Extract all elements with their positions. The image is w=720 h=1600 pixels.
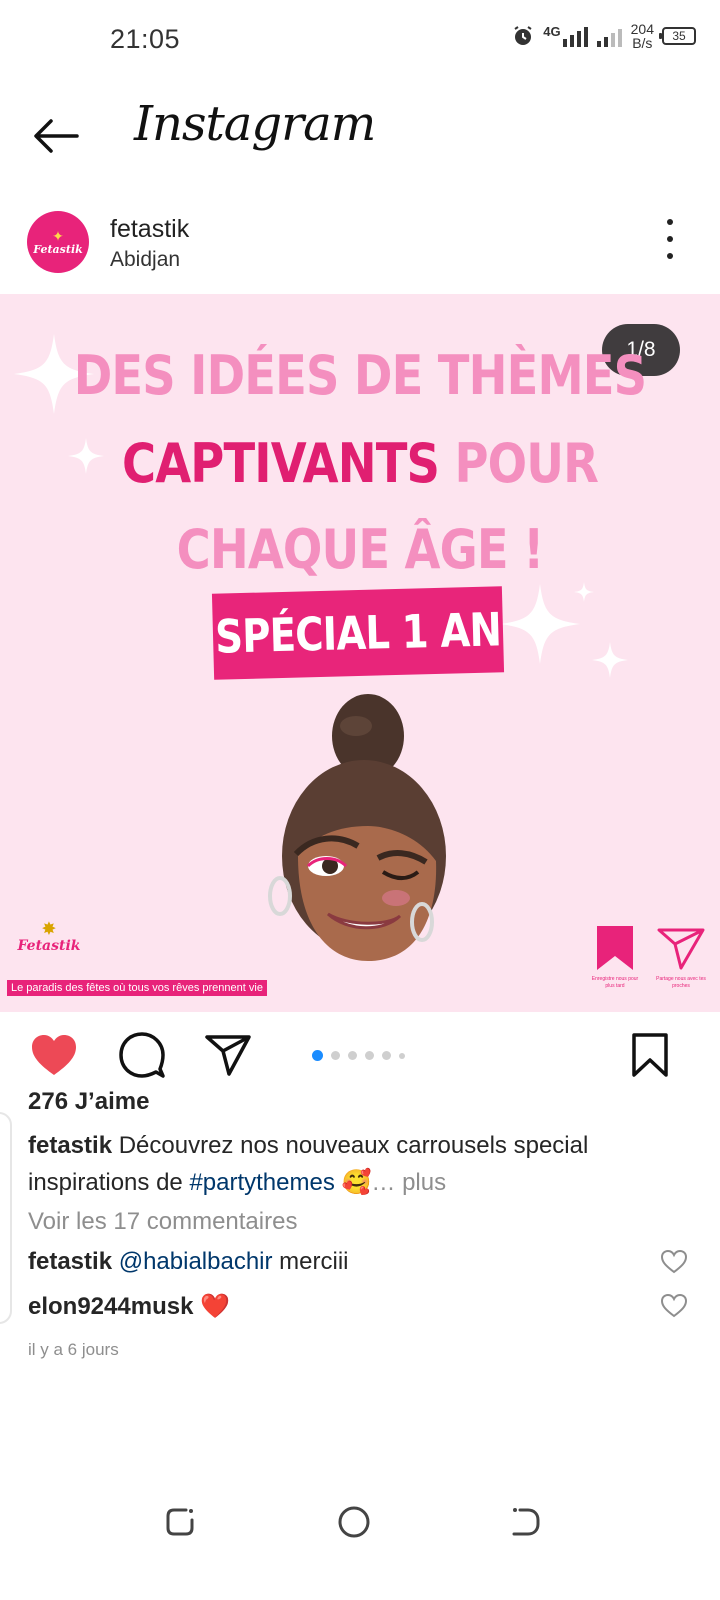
more-dot-icon [667,236,673,242]
back-nav-icon [512,1508,540,1536]
caption-emoji: 🥰 [341,1169,372,1196]
post-actions [0,1015,720,1095]
caption-hashtag[interactable]: #partythemes [189,1169,334,1196]
headline-soft-word: POUR [439,432,598,495]
status-time: 21:05 [110,24,181,54]
more-dot-icon [667,253,673,259]
view-comments-link[interactable]: Voir les 17 commentaires [28,1208,297,1236]
network-type: 4G [543,23,561,39]
headline-bold-word: CAPTIVANTS [121,432,440,495]
comment-item: fetastik @habialbachir merciii [28,1248,688,1276]
caption-username[interactable]: fetastik [28,1132,112,1159]
signal-icon [562,27,588,47]
recent-apps-button[interactable] [158,1500,202,1544]
fireworks-icon: ✸ [42,919,56,938]
home-button[interactable] [332,1500,376,1544]
headline-line-1: DES IDÉES DE THÈMES [73,344,647,407]
top-bar: Instagram [0,90,720,180]
avatar-logo-text: Fetastik [33,242,83,256]
comment-item: elon9244musk ❤️ [28,1292,688,1321]
post-image[interactable]: 1/8 DES IDÉES DE THÈMES CAPTIVANTS POUR … [0,294,720,1012]
instagram-logo: Instagram [134,96,376,152]
carousel-dot [365,1051,374,1060]
bookmark-icon [597,926,633,970]
sparkle-decoration-icon [592,642,628,678]
post-timestamp: il y a 6 jours [28,1340,119,1359]
carousel-dot [312,1050,323,1061]
image-save-hint: Enregistre nous pour plus tard [590,926,640,990]
carousel-dot [348,1051,357,1060]
alarm-icon [514,26,532,45]
comment-bubble-icon [119,1032,165,1078]
brand-tagline: Le paradis des fêtes où tous vos rêves p… [7,980,267,996]
caption-ellipsis: … [371,1169,396,1196]
post-header: ✦ Fetastik fetastik Abidjan [0,205,720,289]
carousel-dot [331,1051,340,1060]
more-options-button[interactable] [658,219,682,259]
speed-unit: B/s [632,35,653,51]
speed-value: 204 [630,21,654,37]
save-button[interactable] [624,1029,676,1081]
back-nav-button[interactable] [504,1500,548,1544]
signal-icon-secondary [596,29,622,47]
sparkle-decoration-icon [500,584,580,664]
special-banner-text: SPÉCIAL 1 AN [214,602,502,664]
paper-plane-icon [205,1035,251,1076]
comment-text: ❤️ [193,1293,230,1320]
comment-username[interactable]: fetastik [28,1248,112,1275]
comment-like-icon[interactable] [660,1292,688,1320]
more-dot-icon [667,219,673,225]
image-corner-icons: Enregistre nous pour plus tard Partage n… [590,926,706,990]
headline-line-3: CHAQUE ÂGE ! [176,518,545,581]
fetastik-logo: ✸ Fetastik [14,919,84,954]
sparkle-decoration-icon [574,582,594,602]
comment-username[interactable]: elon9244musk [28,1293,193,1320]
post-username[interactable]: fetastik [110,215,189,244]
post-location[interactable]: Abidjan [110,248,180,272]
battery-icon: 35 [659,27,696,45]
home-circle-icon [338,1506,370,1538]
like-button[interactable] [28,1029,80,1081]
heart-filled-icon [32,1035,76,1075]
caption-more-link[interactable]: plus [395,1169,446,1196]
avatar[interactable]: ✦ Fetastik [27,211,89,273]
network-speed: 204 B/s [631,22,654,50]
memoji-face-illustration [268,694,446,961]
comment-button[interactable] [116,1029,168,1081]
likes-count[interactable]: 276 J’aime [28,1088,149,1116]
image-share-hint: Partage nous avec tes proches [656,926,706,990]
status-bar: 21:05 4G 204 B/s 35 [0,0,720,80]
system-nav-bar [0,1488,720,1558]
side-panel-handle[interactable] [0,1112,12,1324]
post-caption: fetastik Découvrez nos nouveaux carrouse… [28,1127,698,1201]
share-hint-caption: Partage nous avec tes proches [656,976,706,989]
status-icons: 4G 204 B/s 35 [511,22,696,50]
share-button[interactable] [202,1029,254,1081]
recent-apps-icon [166,1508,194,1536]
bookmark-outline-icon [632,1033,668,1077]
comment-text: merciii [272,1248,349,1275]
special-banner: SPÉCIAL 1 AN [211,586,505,680]
carousel-dot [399,1052,405,1059]
comment-like-icon[interactable] [660,1248,688,1276]
sparkle-icon: ✦ [52,227,64,244]
send-icon [657,928,705,970]
back-button[interactable] [28,108,84,164]
save-hint-caption: Enregistre nous pour plus tard [591,976,639,989]
comment-mention[interactable]: @habialbachir [119,1248,273,1275]
headline-line-2: CAPTIVANTS POUR [50,432,669,495]
carousel-dot [382,1051,391,1060]
carousel-indicator [312,1050,405,1061]
back-arrow-icon [34,119,79,153]
